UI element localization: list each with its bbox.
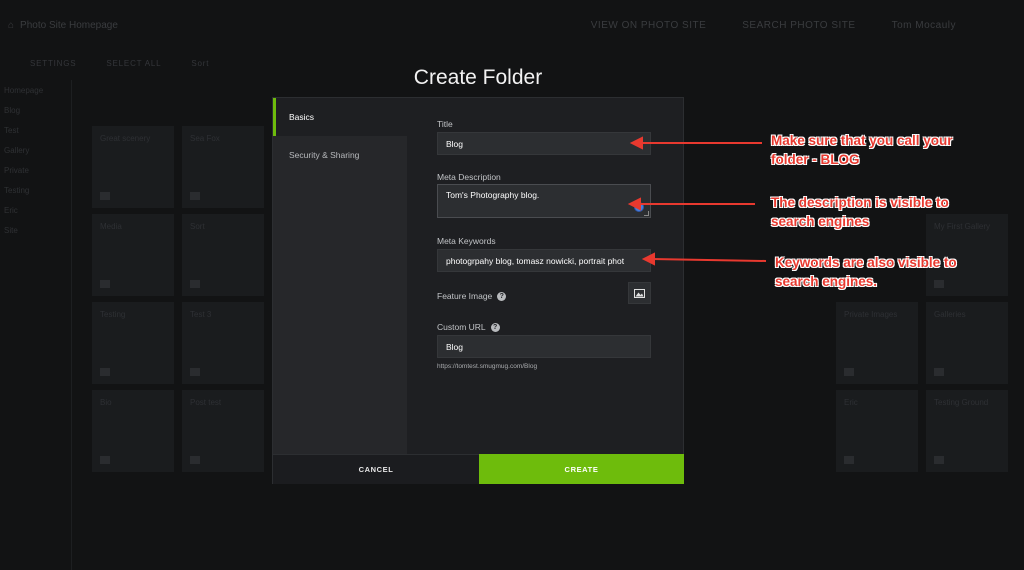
keywords-annotation: Keywords are also visible to search engi… xyxy=(775,253,957,291)
description-annotation-line1: The description is visible to xyxy=(771,195,949,210)
title-annotation-line1: Make sure that you call your xyxy=(771,133,953,148)
title-annotation-line2: folder - BLOG xyxy=(771,152,860,167)
title-annotation: Make sure that you call your folder - BL… xyxy=(771,131,953,169)
arrow-icon xyxy=(651,258,767,262)
keywords-annotation-line1: Keywords are also visible to xyxy=(775,255,957,270)
arrow-icon xyxy=(641,252,655,266)
description-annotation: The description is visible to search eng… xyxy=(771,193,949,231)
keywords-annotation-line2: search engines. xyxy=(775,274,878,289)
arrow-icon xyxy=(629,136,643,150)
arrow-icon xyxy=(627,197,641,211)
description-annotation-line2: search engines xyxy=(771,214,870,229)
